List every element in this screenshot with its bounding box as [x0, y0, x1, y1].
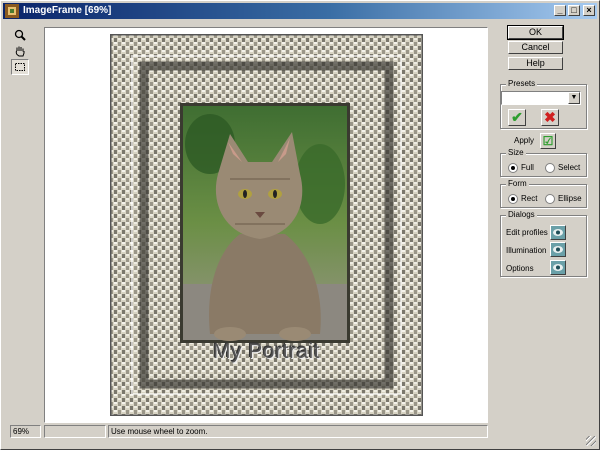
radio-indicator: [508, 163, 518, 173]
maximize-button[interactable]: □: [568, 5, 580, 16]
marquee-icon: [15, 63, 25, 71]
save-preset-button[interactable]: ✔: [508, 109, 526, 126]
size-select-label: Select: [558, 163, 581, 173]
app-window: ImageFrame [69%] _ □ × My Portrait OK Ca…: [0, 0, 600, 450]
apply-label: Apply: [514, 136, 535, 145]
size-select-radio[interactable]: Select: [545, 163, 580, 173]
size-full-label: Full: [521, 163, 534, 173]
zoom-tool[interactable]: [11, 27, 29, 43]
x-icon: ✖: [544, 109, 556, 125]
form-rect-radio[interactable]: Rect: [508, 194, 537, 204]
window-title: ImageFrame [69%]: [23, 5, 112, 16]
presets-title: Presets: [506, 79, 538, 89]
eye-icon: [553, 229, 563, 236]
form-rect-label: Rect: [521, 194, 538, 204]
app-icon: [5, 4, 19, 18]
edit-profiles-label: Edit profiles: [506, 228, 548, 237]
help-button[interactable]: Help: [508, 57, 563, 70]
minimize-button[interactable]: _: [554, 5, 566, 16]
size-full-radio[interactable]: Full: [508, 163, 534, 173]
radio-indicator: [545, 194, 555, 204]
eye-icon: [553, 246, 563, 253]
frame-caption: My Portrait: [212, 340, 320, 363]
delete-preset-button[interactable]: ✖: [541, 109, 559, 126]
chevron-down-icon[interactable]: ▼: [568, 92, 580, 104]
options-label: Options: [506, 264, 534, 273]
radio-indicator: [508, 194, 518, 204]
cancel-button[interactable]: Cancel: [508, 41, 563, 54]
apply-button[interactable]: ☑: [540, 133, 556, 149]
size-title: Size: [506, 148, 526, 158]
form-ellipse-radio[interactable]: Ellipse: [545, 194, 582, 204]
edit-profiles-button[interactable]: [550, 225, 566, 240]
resize-grip[interactable]: [586, 436, 596, 446]
eye-icon: [553, 264, 563, 271]
magnifier-icon: [14, 29, 26, 41]
options-button[interactable]: [550, 260, 566, 275]
form-title: Form: [506, 179, 529, 189]
illumination-label: Illumination: [506, 246, 547, 255]
radio-indicator: [545, 163, 555, 173]
apply-check-icon: ☑: [542, 134, 554, 148]
hand-icon: [15, 46, 25, 57]
ok-button[interactable]: OK: [507, 25, 564, 40]
illumination-button[interactable]: [550, 242, 566, 257]
preview-canvas[interactable]: My Portrait: [44, 27, 488, 423]
status-hint: Use mouse wheel to zoom.: [108, 425, 488, 438]
status-middle: [44, 425, 106, 438]
presets-select[interactable]: ▼: [501, 91, 581, 105]
close-button[interactable]: ×: [583, 5, 595, 16]
dialogs-title: Dialogs: [506, 210, 537, 220]
title-bar[interactable]: ImageFrame [69%] _ □ ×: [3, 3, 597, 19]
pan-tool[interactable]: [11, 43, 29, 59]
status-zoom: 69%: [10, 425, 41, 438]
select-tool[interactable]: [11, 59, 29, 75]
check-icon: ✔: [511, 109, 523, 125]
form-ellipse-label: Ellipse: [558, 194, 582, 204]
